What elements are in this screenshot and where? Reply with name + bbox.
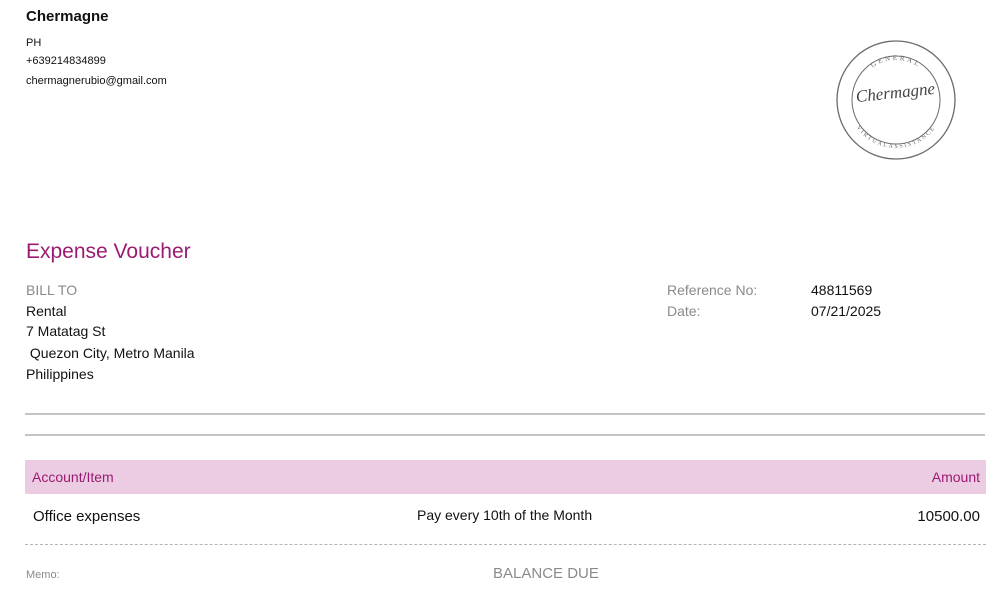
logo-script-text: Chermagne bbox=[855, 79, 936, 106]
row-divider bbox=[25, 544, 986, 545]
company-phone: +639214834899 bbox=[26, 55, 106, 67]
svg-text:VIRTUALASSISTANCE: VIRTUALASSISTANCE bbox=[855, 125, 937, 150]
divider-bottom bbox=[25, 434, 985, 436]
memo-label: Memo: bbox=[26, 569, 60, 581]
svg-text:GENERAL: GENERAL bbox=[869, 54, 922, 69]
logo-bottom-arc: VIRTUALASSISTANCE bbox=[855, 125, 935, 150]
company-country: PH bbox=[26, 37, 42, 49]
date-label: Date: bbox=[667, 303, 701, 319]
bill-to-label: BILL TO bbox=[26, 282, 78, 298]
bill-to-address-line2: Quezon City, Metro Manila bbox=[26, 345, 195, 361]
balance-due-label: BALANCE DUE bbox=[493, 565, 599, 582]
reference-label: Reference No: bbox=[667, 282, 758, 298]
company-email: chermagnerubio@gmail.com bbox=[26, 75, 167, 87]
column-header-account: Account/Item bbox=[32, 469, 114, 485]
divider-top bbox=[25, 413, 985, 415]
page-title: Expense Voucher bbox=[26, 240, 191, 263]
table-row-amount: 10500.00 bbox=[917, 508, 980, 525]
table-row-item: Office expenses bbox=[33, 508, 141, 525]
company-logo: GENERAL VIRTUALASSISTANCE Chermagne bbox=[834, 38, 958, 162]
date-value: 07/21/2025 bbox=[811, 303, 882, 319]
bill-to-name: Rental bbox=[26, 303, 67, 319]
column-header-amount: Amount bbox=[931, 469, 980, 485]
reference-value: 48811569 bbox=[811, 282, 873, 298]
bill-to-address-line1: 7 Matatag St bbox=[26, 323, 106, 339]
company-name: Chermagne bbox=[26, 8, 109, 25]
table-row-description: Pay every 10th of the Month bbox=[417, 507, 593, 523]
logo-seal-icon: GENERAL VIRTUALASSISTANCE Chermagne bbox=[836, 40, 956, 160]
bill-to-address-line3: Philippines bbox=[26, 366, 94, 382]
table-header: Account/Item Amount bbox=[25, 460, 986, 494]
logo-top-arc: GENERAL bbox=[869, 54, 920, 69]
